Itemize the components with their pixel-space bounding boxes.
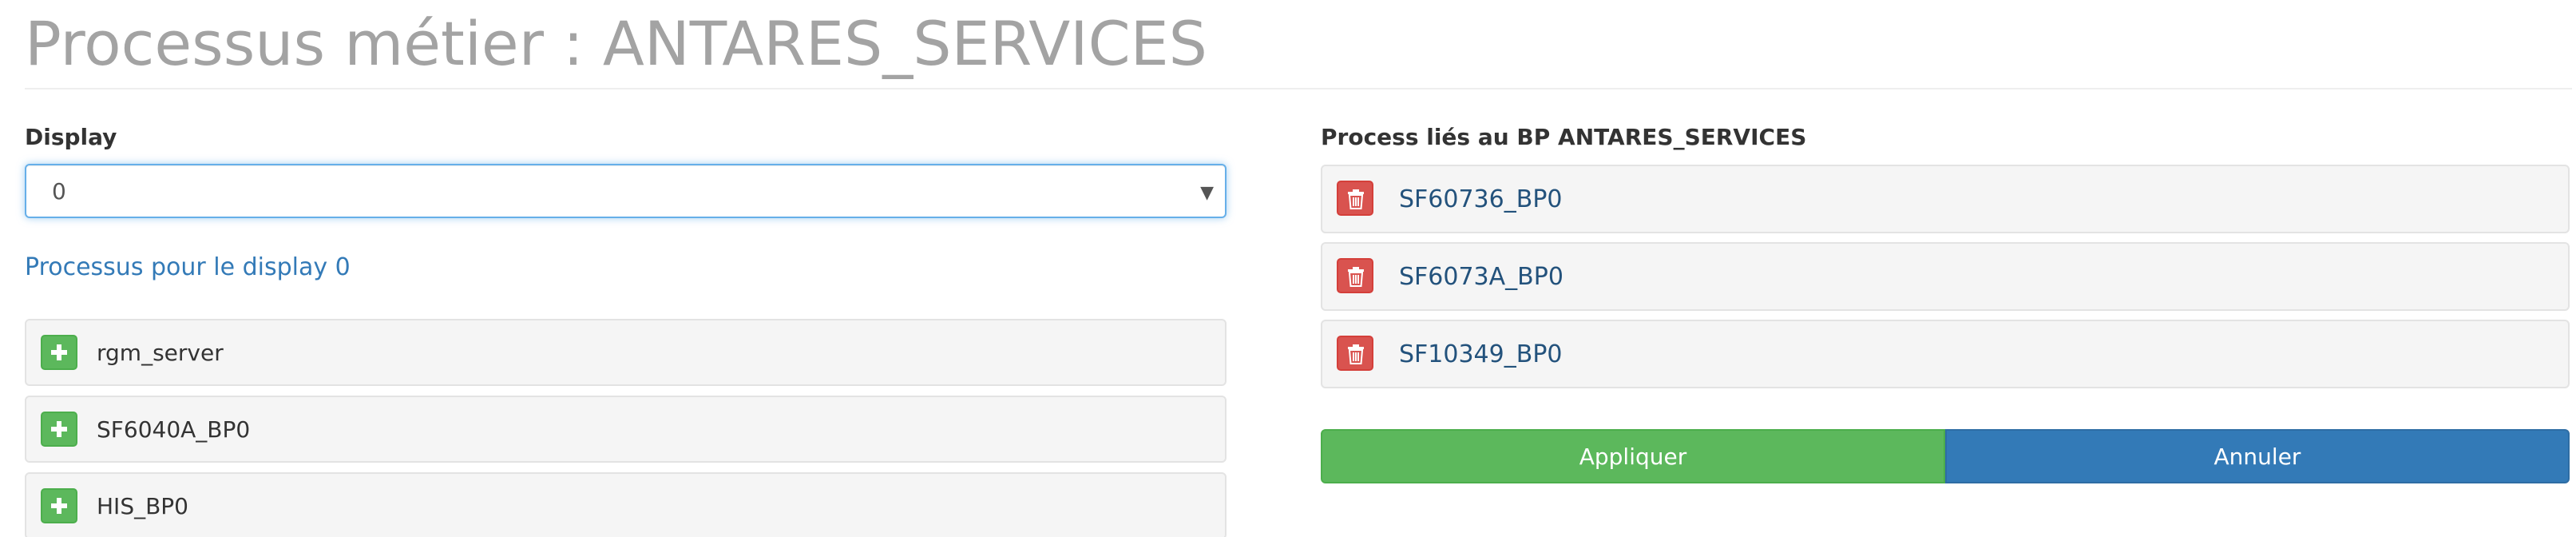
action-buttons: Appliquer Annuler xyxy=(1321,429,2570,483)
plus-icon xyxy=(51,344,67,360)
available-process-list: rgm_server SF6040A_BP0 HIS_BP0 xyxy=(25,319,1227,537)
display-label: Display xyxy=(25,124,117,150)
remove-process-button[interactable] xyxy=(1337,336,1373,371)
apply-button[interactable]: Appliquer xyxy=(1321,429,1945,483)
display-select-value: 0 xyxy=(52,178,66,205)
plus-icon xyxy=(51,421,67,437)
process-name: HIS_BP0 xyxy=(97,493,188,519)
list-item: SF10349_BP0 xyxy=(1321,320,2570,388)
trash-icon xyxy=(1348,344,1364,364)
list-item: SF6040A_BP0 xyxy=(25,396,1227,463)
add-process-button[interactable] xyxy=(41,412,77,447)
process-name: SF6040A_BP0 xyxy=(97,416,251,443)
linked-processes-heading: Process liés au BP ANTARES_SERVICES xyxy=(1321,124,1807,150)
linked-process-list: SF60736_BP0 SF6073A_BP0 SF10349_BP0 xyxy=(1321,165,2570,397)
remove-process-button[interactable] xyxy=(1337,181,1373,216)
plus-icon xyxy=(51,498,67,514)
add-process-button[interactable] xyxy=(41,488,77,523)
caret-down-icon: ▼ xyxy=(1200,183,1214,203)
linked-process-link[interactable]: SF60736_BP0 xyxy=(1399,185,1563,213)
list-item: SF6073A_BP0 xyxy=(1321,242,2570,311)
title-divider xyxy=(25,88,2572,90)
page: Processus métier : ANTARES_SERVICES Disp… xyxy=(0,0,2576,537)
page-title: Processus métier : ANTARES_SERVICES xyxy=(25,8,1207,79)
display-processes-heading: Processus pour le display 0 xyxy=(25,253,351,281)
list-item: rgm_server xyxy=(25,319,1227,386)
list-item: SF60736_BP0 xyxy=(1321,165,2570,233)
linked-process-link[interactable]: SF6073A_BP0 xyxy=(1399,263,1563,291)
list-item: HIS_BP0 xyxy=(25,472,1227,537)
remove-process-button[interactable] xyxy=(1337,258,1373,293)
trash-icon xyxy=(1348,189,1364,209)
add-process-button[interactable] xyxy=(41,335,77,370)
cancel-button[interactable]: Annuler xyxy=(1945,429,2570,483)
display-select[interactable]: 0 ▼ xyxy=(25,164,1227,218)
process-name: rgm_server xyxy=(97,340,224,366)
linked-process-link[interactable]: SF10349_BP0 xyxy=(1399,340,1563,368)
trash-icon xyxy=(1348,267,1364,287)
